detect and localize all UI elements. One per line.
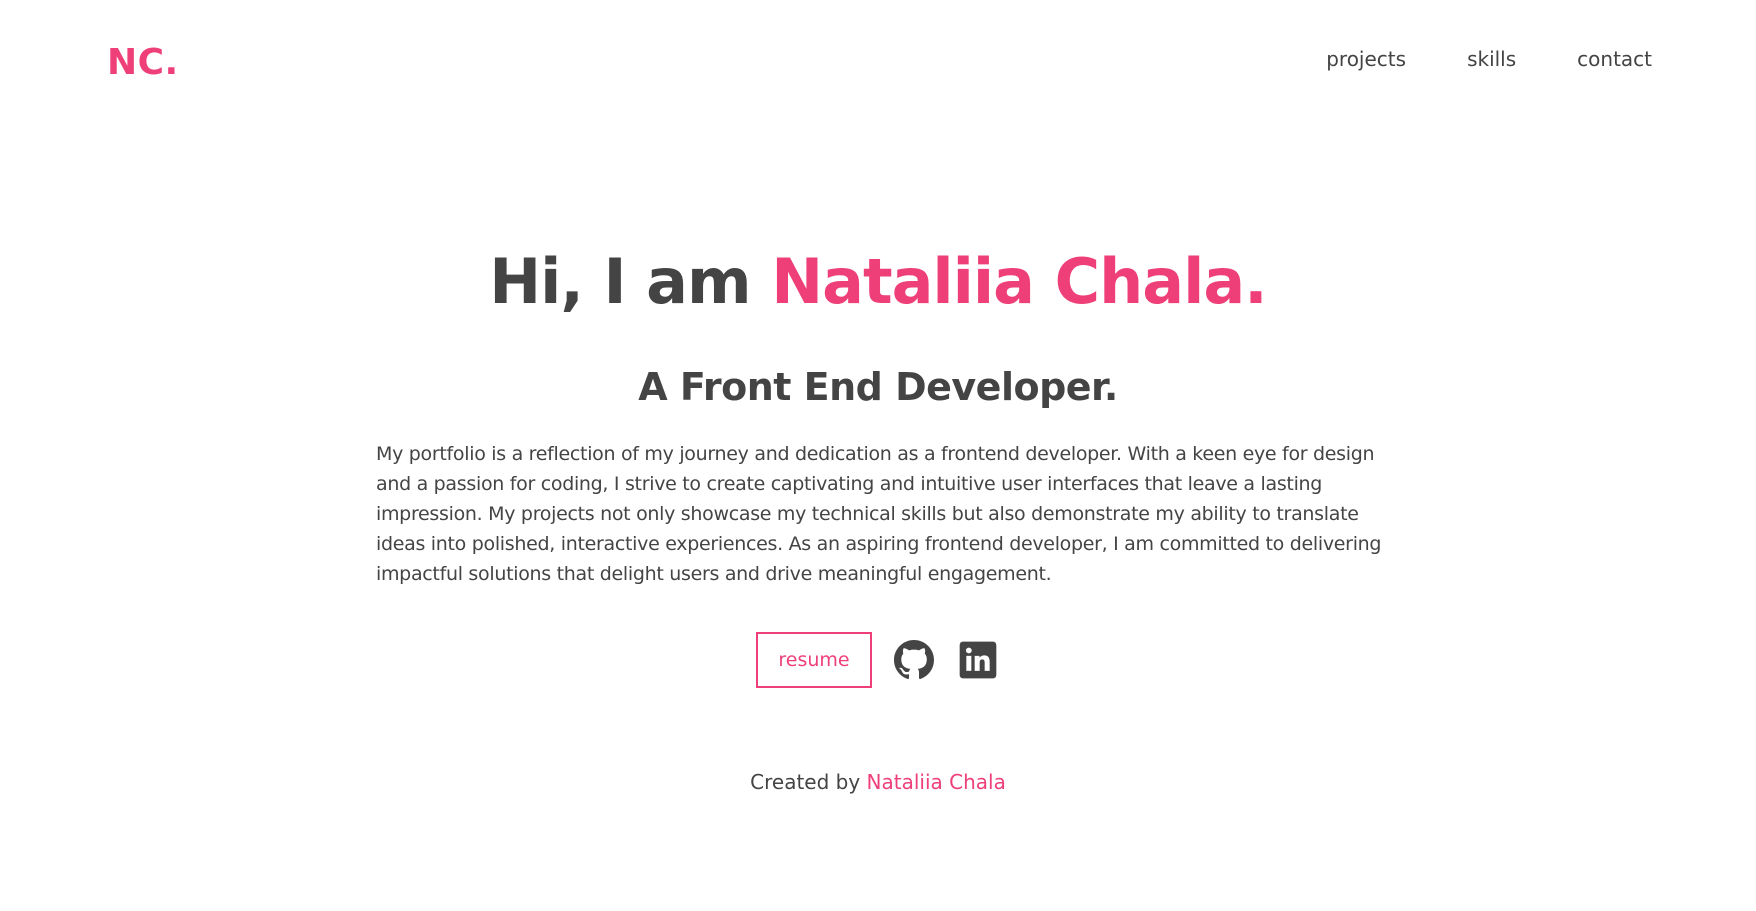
- site-footer: Created by Nataliia Chala: [0, 770, 1756, 794]
- site-header: NC. projects skills contact: [0, 0, 1756, 130]
- github-icon: [894, 640, 934, 680]
- linkedin-link[interactable]: [956, 638, 1000, 682]
- nav-item-projects[interactable]: projects: [1326, 47, 1406, 71]
- role-heading: A Front End Developer.: [638, 365, 1118, 409]
- footer-prefix: Created by: [750, 770, 861, 794]
- hero-greeting: Hi, I am: [489, 245, 751, 318]
- actions-row: resume: [0, 632, 1756, 688]
- bio-paragraph: My portfolio is a reflection of my journ…: [376, 443, 1382, 585]
- footer-author-link[interactable]: Nataliia Chala: [867, 770, 1006, 794]
- nav-item-contact[interactable]: contact: [1577, 47, 1652, 71]
- github-link[interactable]: [892, 638, 936, 682]
- hero-section: Hi, I am Nataliia Chala.: [0, 242, 1756, 322]
- logo[interactable]: NC.: [107, 42, 179, 83]
- hero-name: Nataliia Chala.: [771, 245, 1268, 318]
- hero-title: Hi, I am Nataliia Chala.: [0, 242, 1756, 322]
- resume-button[interactable]: resume: [756, 632, 872, 688]
- nav-item-skills[interactable]: skills: [1467, 47, 1516, 71]
- main-nav: projects skills contact: [1326, 47, 1652, 71]
- linkedin-icon: [959, 641, 997, 679]
